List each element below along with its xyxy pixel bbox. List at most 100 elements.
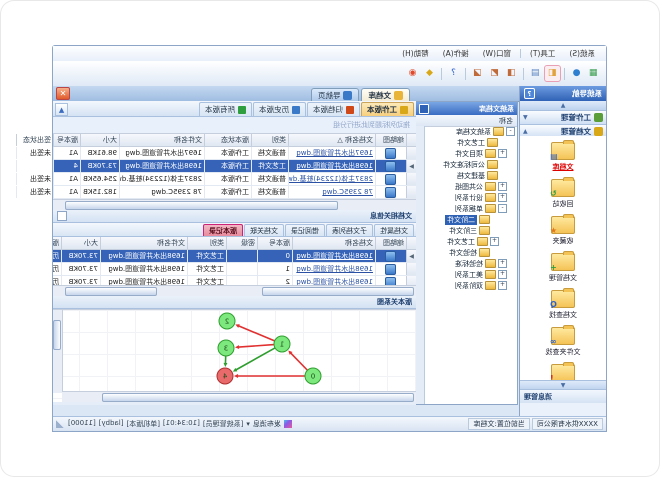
tree-node-工艺文件[interactable]: 工艺文件 (424, 137, 517, 148)
thumbnail-icon[interactable] (386, 277, 397, 286)
column-header-密级[interactable]: 密级 (226, 237, 257, 249)
column-header-类别[interactable]: 类别 (251, 134, 288, 146)
tree-node-三阶文件[interactable]: 三阶文件 (424, 225, 517, 236)
sidebar-help-icon[interactable]: ? (524, 88, 535, 99)
tree-node-项目文件[interactable]: +项目文件 (424, 148, 517, 159)
sidebar-collapse-top[interactable]: ▲ (520, 101, 606, 111)
sidebar-item-文档查找[interactable]: Q文档查找 (520, 290, 606, 320)
tree-node-检验文件[interactable]: 检验文件 (424, 247, 517, 258)
menu-item-窗口(W)[interactable]: 窗口(W) (476, 47, 518, 60)
info-tab-版本记录[interactable]: 版本记录 (203, 224, 243, 236)
graph-hscrollbar[interactable] (62, 391, 416, 402)
column-header-文件名称[interactable]: 文件名称 (119, 134, 204, 146)
tree-panel-icon[interactable] (419, 104, 429, 114)
tree-node-单据系列[interactable]: -单据系列 (424, 203, 517, 214)
help-icon[interactable]: ? (446, 66, 461, 81)
column-header-类别[interactable]: 类别 (187, 237, 226, 249)
tree-node-双阶系列[interactable]: +双阶系列 (424, 280, 517, 291)
window-layout-icon[interactable]: ◨ (504, 66, 519, 81)
sidebar-item-文档库[interactable]: ▤文档库 (520, 142, 606, 172)
column-header-版本状态[interactable]: 版本状态 (204, 134, 251, 146)
menu-item-操作(A)[interactable]: 操作(A) (436, 47, 476, 60)
sidebar-item-回收站[interactable]: ↻回收站 (520, 179, 606, 209)
table-row[interactable]: ▶1698出水井管道图.dwg工艺文件工作版本1698出水井管道图.dwg73.… (53, 160, 416, 173)
tree-expander[interactable]: + (498, 259, 507, 268)
chart-icon[interactable]: ▦ (586, 66, 601, 81)
column-header-文档名称[interactable]: 文档名称 (292, 237, 375, 249)
sidebar-item-文件夹查找[interactable]: ∞文件夹查找 (520, 327, 606, 357)
column-header-大小[interactable]: 大小 (61, 237, 100, 249)
resize-grip[interactable] (56, 420, 64, 428)
version-tab-历史版本[interactable]: 历史版本 (253, 102, 306, 116)
sidebar-item-收藏夹[interactable]: ★收藏夹 (520, 216, 606, 246)
graph-vscrollbar[interactable] (53, 310, 63, 393)
info-panel-button[interactable] (57, 211, 67, 221)
tree-expander[interactable]: + (498, 193, 507, 202)
thumbnail-icon[interactable] (386, 264, 397, 275)
exit-icon[interactable]: ◉ (405, 66, 420, 81)
window-cascade-icon[interactable]: ◩ (487, 66, 502, 81)
tree-node-二阶文件[interactable]: 二阶文件 (424, 214, 517, 225)
info-tab-子文档列表[interactable]: 子文档列表 (326, 224, 373, 236)
version-tab-工作版本[interactable]: 工作版本 (361, 102, 414, 116)
column-header-缩略图[interactable]: 缩略图 (375, 237, 406, 249)
table-row[interactable]: 2837主体(12234)桩基.dwg普通文档工作版本2837主体(12234)… (53, 173, 416, 186)
column-header-版本状态 △[interactable]: 版本状态 △ (53, 237, 61, 249)
column-header-缩略图[interactable]: 缩略图 (375, 134, 406, 146)
tree-node-工艺文件[interactable]: +工艺文件 (424, 236, 517, 247)
column-header-大小[interactable]: 大小 (80, 134, 119, 146)
lock-icon[interactable]: ◆ (422, 66, 437, 81)
menu-item-帮助(H)[interactable]: 帮助(H) (395, 47, 436, 60)
tree-expander[interactable]: + (490, 237, 499, 246)
tab-导航页[interactable]: 导航页 (311, 88, 360, 102)
folder-view-icon[interactable]: ◧ (545, 66, 560, 81)
table-row[interactable]: 78 2395C.dwg普通文档工作版本78 2395C.dwg182.15KB… (53, 186, 416, 199)
version-tab-归档版本[interactable]: 归档版本 (307, 102, 360, 116)
globe-icon[interactable]: ● (569, 66, 584, 81)
column-header-版本号[interactable]: 版本号 (257, 237, 292, 249)
tree-expander[interactable]: - (498, 204, 507, 213)
table-row[interactable]: 1698出水井管道图.dwg1工艺文件1698出水井管道图.dwg73.70KB… (53, 263, 416, 276)
tree-node-公共图纸[interactable]: +公共图纸 (424, 181, 517, 192)
tree-expander[interactable]: + (498, 270, 507, 279)
tab-文档库[interactable]: 文档库 (362, 88, 411, 102)
tree-expander[interactable]: + (498, 281, 507, 290)
menu-item-工具(T)[interactable]: 工具(T) (523, 47, 562, 60)
info-tab-借阅记录[interactable]: 借阅记录 (285, 224, 325, 236)
message-dropdown-arrow[interactable]: ▾ (246, 420, 250, 428)
tree-node-美工系列[interactable]: +美工系列 (424, 269, 517, 280)
scroll-up-button[interactable]: ▲ (55, 103, 68, 116)
tree-scrollbar[interactable] (416, 126, 425, 404)
grid1-hscrollbar[interactable] (53, 199, 416, 210)
version-tab-所有版本[interactable]: 所有版本 (199, 102, 252, 116)
column-header-版本号[interactable]: 版本号 (53, 134, 80, 146)
info-tab-文档属性[interactable]: 文档属性 (374, 224, 414, 236)
tree-node-系统文档库[interactable]: -系统文档库 (424, 126, 517, 137)
tree-expander[interactable]: - (506, 127, 515, 136)
window-tile-icon[interactable]: ◪ (470, 66, 485, 81)
group-chevron[interactable]: ▼ (523, 114, 528, 121)
table-row[interactable]: ▶1698出水井管道图.dwg0工艺文件1698出水井管道图.dwg73.70K… (53, 250, 416, 263)
sidebar-item-发出的文档[interactable]: !发出的文档 (520, 364, 606, 381)
tree-expander[interactable]: + (498, 149, 507, 158)
thumbnail-icon[interactable] (386, 251, 397, 262)
sidebar-bottom-band[interactable]: 消息管理 (520, 389, 606, 403)
info-tab-文档关联[interactable]: 文档关联 (244, 224, 284, 236)
sidebar-group-工作管理[interactable]: 工作管理▼ (520, 111, 606, 125)
thumbnail-icon[interactable] (386, 174, 397, 185)
tree-expander[interactable]: + (498, 182, 507, 191)
grid2-hscrollbar[interactable] (53, 285, 416, 296)
tree-node-公司标准文件[interactable]: 公司标准文件 (424, 159, 517, 170)
table-view-icon[interactable]: ▤ (528, 66, 543, 81)
thumbnail-icon[interactable] (386, 148, 397, 159)
publish-message-button[interactable]: 发布消息 (253, 419, 281, 429)
thumbnail-icon[interactable] (386, 187, 397, 198)
version-graph[interactable]: 01234 (64, 310, 416, 392)
column-header-文件名称[interactable]: 文件名称 (100, 237, 187, 249)
column-header-文档名称 △[interactable]: 文档名称 △ (288, 134, 375, 146)
tab-close-button[interactable]: ✕ (56, 87, 70, 100)
tree-node-检验标准[interactable]: +检验标准 (424, 258, 517, 269)
group-chevron[interactable]: ▲ (523, 128, 528, 135)
sidebar-item-文档管理[interactable]: +文档管理 (520, 253, 606, 283)
tree-node-基建文档[interactable]: 基建文档 (424, 170, 517, 181)
